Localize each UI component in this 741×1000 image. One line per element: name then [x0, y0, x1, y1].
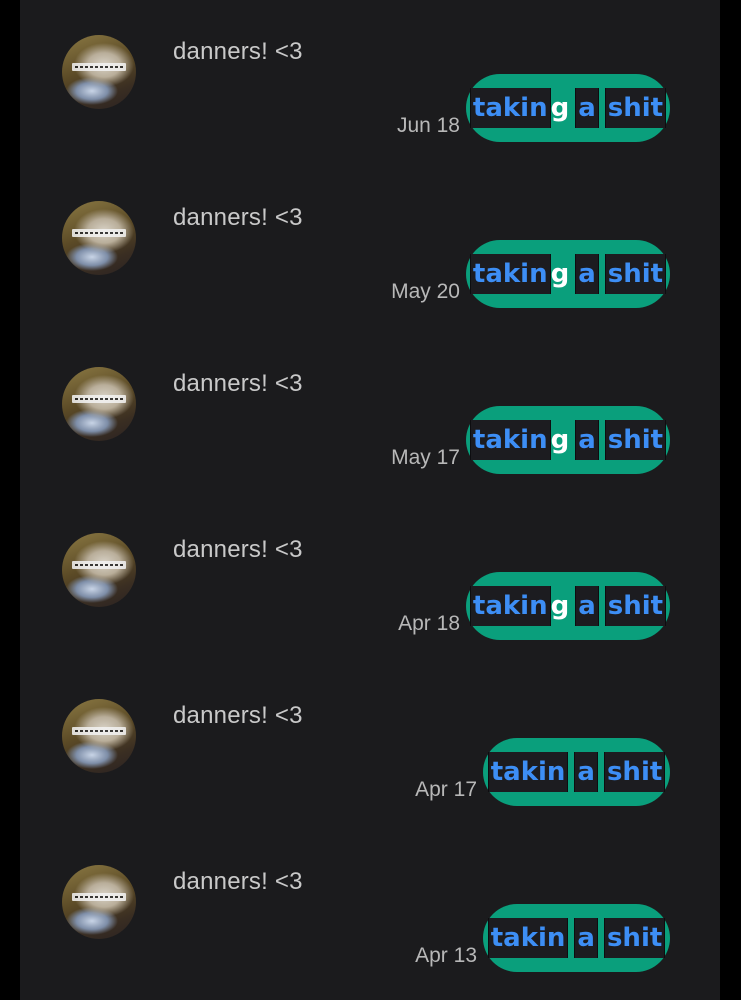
avatar-caption — [72, 727, 126, 735]
message-date: Apr 13 — [415, 944, 477, 967]
sender-name: danners! <3 — [173, 868, 303, 895]
sender-name: danners! <3 — [173, 702, 303, 729]
avatar-caption — [72, 63, 126, 71]
sender-name: danners! <3 — [173, 38, 303, 65]
message-date: Apr 17 — [415, 778, 477, 801]
avatar[interactable] — [62, 201, 136, 275]
avatar[interactable] — [62, 865, 136, 939]
avatar-caption — [72, 395, 126, 403]
avatar[interactable] — [62, 533, 136, 607]
message-list: danners! <3 Jun 18 takin g a shit danners! … — [20, 0, 720, 1000]
highlighted-text: shit — [604, 88, 667, 128]
sender-name: danners! <3 — [173, 536, 303, 563]
message-row[interactable]: danners! <3 Apr 18 takin g a shit — [20, 498, 720, 664]
message-date: May 17 — [391, 446, 460, 469]
message-date: Jun 18 — [396, 114, 460, 137]
highlighted-text: takin — [469, 88, 551, 128]
message-row[interactable]: danners! <3 Jun 18 takin g a shit — [20, 0, 720, 166]
message-bubble[interactable]: takin g a shit — [466, 572, 670, 640]
sender-name: danners! <3 — [173, 370, 303, 397]
avatar-caption — [72, 893, 126, 901]
message-text: g — [550, 425, 570, 455]
message-row[interactable]: danners! <3 May 20 takin g a shit — [20, 166, 720, 332]
highlighted-text: takin — [469, 420, 551, 460]
highlighted-text: a — [575, 586, 599, 626]
message-row[interactable]: danners! <3 May 17 takin g a shit — [20, 332, 720, 498]
highlighted-text: shit — [603, 918, 666, 958]
avatar-caption — [72, 229, 126, 237]
highlighted-text: shit — [604, 254, 667, 294]
message-bubble[interactable]: takin g a shit — [466, 74, 670, 142]
highlighted-text: a — [575, 420, 599, 460]
avatar-caption — [72, 561, 126, 569]
message-text: g — [550, 259, 570, 289]
highlighted-text: a — [575, 88, 599, 128]
message-bubble[interactable]: takin a shit — [483, 904, 670, 972]
highlighted-text: takin — [487, 918, 569, 958]
message-date: Apr 18 — [398, 612, 460, 635]
message-bubble[interactable]: takin g a shit — [466, 406, 670, 474]
avatar[interactable] — [62, 35, 136, 109]
highlighted-text: takin — [469, 254, 551, 294]
highlighted-text: takin — [487, 752, 569, 792]
message-date: May 20 — [391, 280, 460, 303]
sender-name: danners! <3 — [173, 204, 303, 231]
highlighted-text: a — [574, 752, 598, 792]
message-text: g — [550, 93, 570, 123]
message-row[interactable]: danners! <3 Apr 13 takin a shit — [20, 830, 720, 996]
message-bubble[interactable]: takin g a shit — [466, 240, 670, 308]
highlighted-text: a — [575, 254, 599, 294]
highlighted-text: takin — [469, 586, 551, 626]
highlighted-text: shit — [604, 586, 667, 626]
highlighted-text: a — [574, 918, 598, 958]
message-bubble[interactable]: takin a shit — [483, 738, 670, 806]
avatar[interactable] — [62, 699, 136, 773]
avatar[interactable] — [62, 367, 136, 441]
message-text: g — [550, 591, 570, 621]
highlighted-text: shit — [603, 752, 666, 792]
highlighted-text: shit — [604, 420, 667, 460]
message-row[interactable]: danners! <3 Apr 17 takin a shit — [20, 664, 720, 830]
